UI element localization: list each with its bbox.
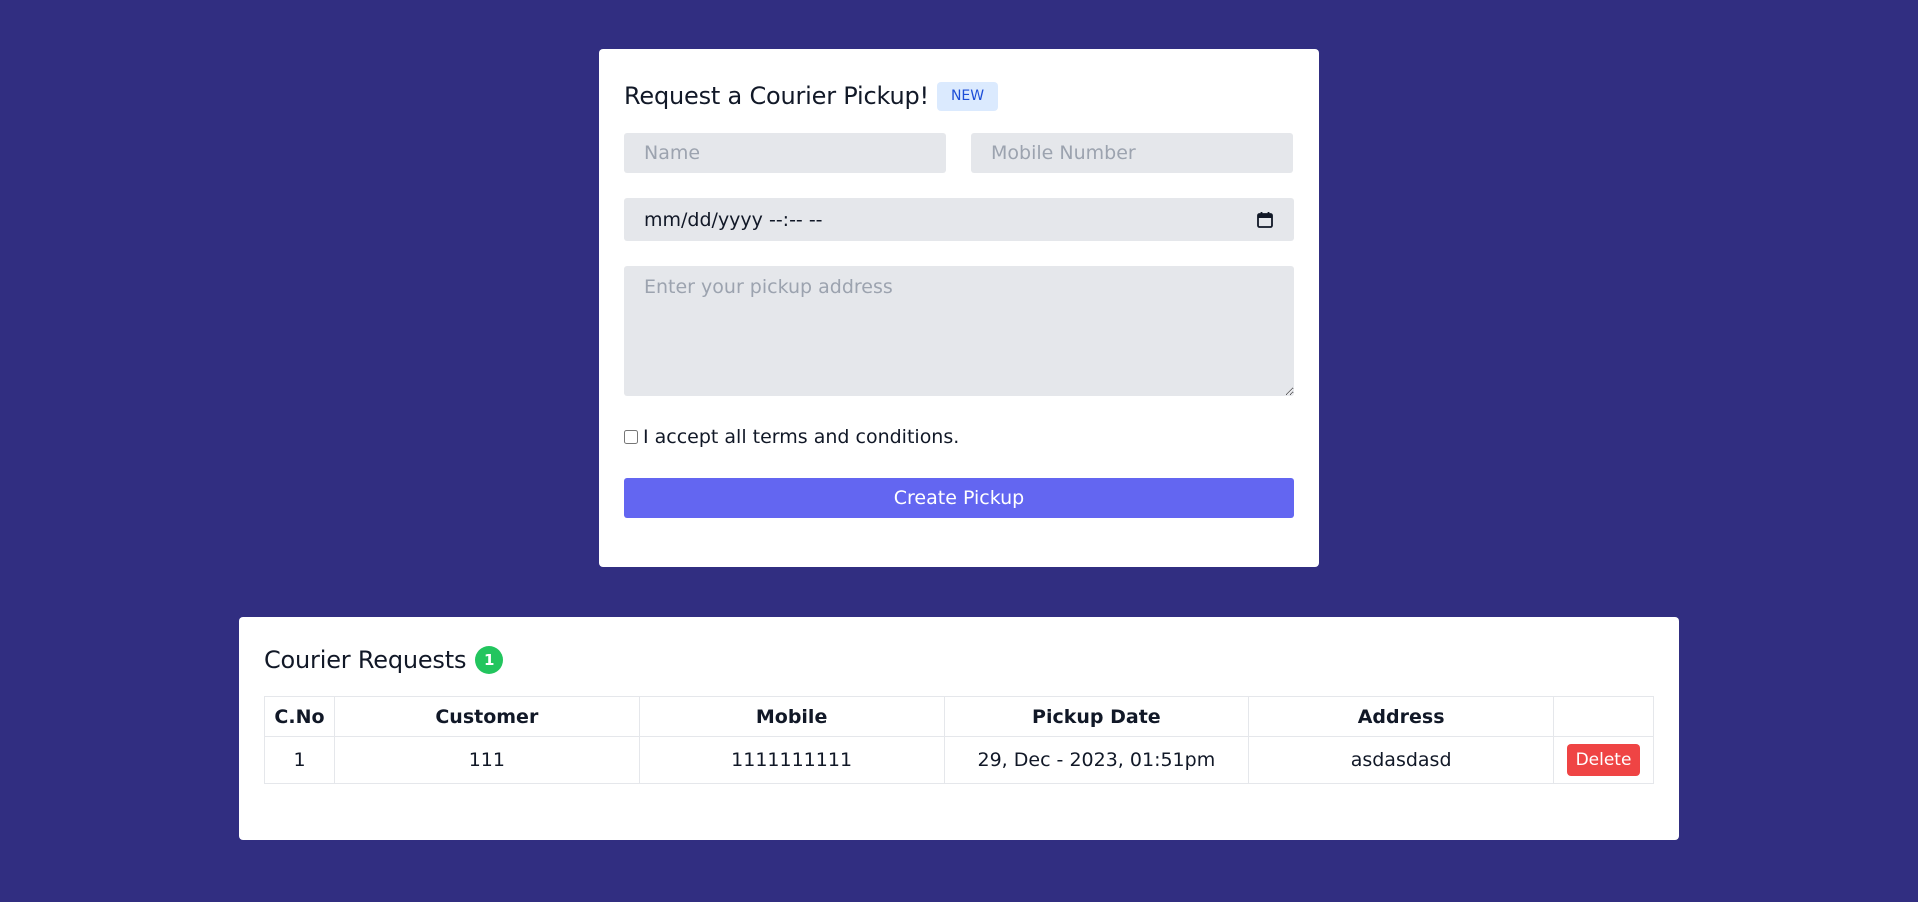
datetime-placeholder: mm/dd/yyyy --:-- --: [644, 208, 823, 231]
courier-requests-card: Courier Requests 1 C.No Customer Mobile …: [239, 617, 1679, 840]
terms-row: I accept all terms and conditions.: [624, 426, 1294, 448]
column-header-action: [1552, 696, 1655, 737]
cell-mobile: 1111111111: [638, 736, 945, 784]
requests-header: Courier Requests 1: [264, 644, 1654, 676]
form-header: Request a Courier Pickup! NEW: [624, 78, 1294, 114]
page: Request a Courier Pickup! NEW mm/dd/yyyy…: [0, 0, 1918, 902]
calendar-icon[interactable]: [1256, 211, 1274, 229]
pickup-form-card: Request a Courier Pickup! NEW mm/dd/yyyy…: [599, 49, 1319, 567]
column-header-customer: Customer: [333, 696, 640, 737]
column-header-address: Address: [1248, 696, 1554, 737]
delete-button[interactable]: Delete: [1566, 744, 1641, 776]
mobile-number-input[interactable]: [971, 133, 1293, 173]
contact-row: [624, 133, 1294, 173]
column-header-mobile: Mobile: [638, 696, 945, 737]
create-pickup-button[interactable]: Create Pickup: [624, 478, 1294, 518]
cell-cno: 1: [264, 736, 335, 784]
pickup-datetime-input[interactable]: mm/dd/yyyy --:-- --: [624, 198, 1294, 241]
cell-address: asdasdasd: [1248, 736, 1554, 784]
terms-label: I accept all terms and conditions.: [643, 426, 960, 448]
requests-table: C.No Customer Mobile Pickup Date Address…: [264, 696, 1655, 784]
name-input[interactable]: [624, 133, 946, 173]
table-row: 1 111 1111111111 29, Dec - 2023, 01:51pm…: [264, 736, 1655, 784]
terms-checkbox[interactable]: [624, 430, 638, 444]
requests-count-badge: 1: [475, 646, 504, 674]
cell-customer: 111: [333, 736, 640, 784]
cell-action: Delete: [1552, 736, 1655, 784]
new-badge: NEW: [936, 81, 999, 111]
column-header-pickup-date: Pickup Date: [943, 696, 1250, 737]
cell-pickup-date: 29, Dec - 2023, 01:51pm: [943, 736, 1250, 784]
requests-title: Courier Requests: [264, 646, 467, 674]
column-header-cno: C.No: [264, 696, 335, 737]
table-header-row: C.No Customer Mobile Pickup Date Address: [264, 696, 1655, 737]
form-title: Request a Courier Pickup!: [624, 82, 929, 110]
pickup-address-input[interactable]: [624, 266, 1294, 396]
